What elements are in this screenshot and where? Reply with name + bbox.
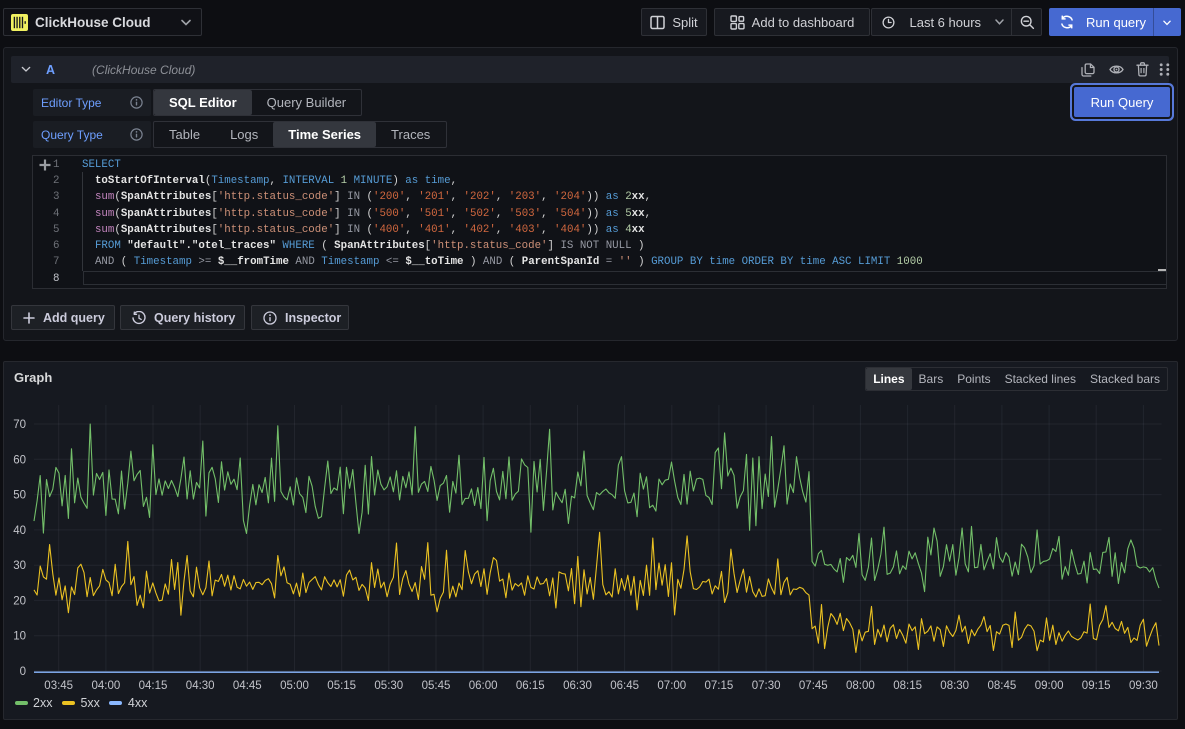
svg-text:05:15: 05:15 bbox=[327, 680, 356, 692]
svg-text:07:15: 07:15 bbox=[705, 680, 734, 692]
svg-text:30: 30 bbox=[13, 560, 26, 572]
svg-text:20: 20 bbox=[13, 595, 26, 607]
svg-text:08:00: 08:00 bbox=[846, 680, 875, 692]
svg-text:04:00: 04:00 bbox=[92, 680, 121, 692]
svg-text:05:00: 05:00 bbox=[280, 680, 309, 692]
svg-text:06:15: 06:15 bbox=[516, 680, 545, 692]
svg-text:0: 0 bbox=[20, 666, 26, 678]
svg-text:06:00: 06:00 bbox=[469, 680, 498, 692]
svg-text:08:30: 08:30 bbox=[940, 680, 969, 692]
svg-text:09:00: 09:00 bbox=[1035, 680, 1064, 692]
svg-text:05:30: 05:30 bbox=[374, 680, 403, 692]
svg-text:50: 50 bbox=[13, 490, 26, 502]
svg-text:05:45: 05:45 bbox=[422, 680, 451, 692]
svg-text:09:30: 09:30 bbox=[1129, 680, 1158, 692]
svg-text:09:15: 09:15 bbox=[1082, 680, 1111, 692]
svg-text:06:30: 06:30 bbox=[563, 680, 592, 692]
svg-text:04:45: 04:45 bbox=[233, 680, 262, 692]
svg-text:70: 70 bbox=[13, 419, 26, 431]
svg-text:60: 60 bbox=[13, 454, 26, 466]
svg-text:08:45: 08:45 bbox=[988, 680, 1017, 692]
svg-text:04:15: 04:15 bbox=[139, 680, 168, 692]
svg-text:07:00: 07:00 bbox=[657, 680, 686, 692]
svg-text:06:45: 06:45 bbox=[610, 680, 639, 692]
svg-text:40: 40 bbox=[13, 525, 26, 537]
svg-text:10: 10 bbox=[13, 631, 26, 643]
svg-text:08:15: 08:15 bbox=[893, 680, 922, 692]
svg-text:07:45: 07:45 bbox=[799, 680, 828, 692]
svg-text:03:45: 03:45 bbox=[44, 680, 73, 692]
svg-text:04:30: 04:30 bbox=[186, 680, 215, 692]
svg-text:07:30: 07:30 bbox=[752, 680, 781, 692]
